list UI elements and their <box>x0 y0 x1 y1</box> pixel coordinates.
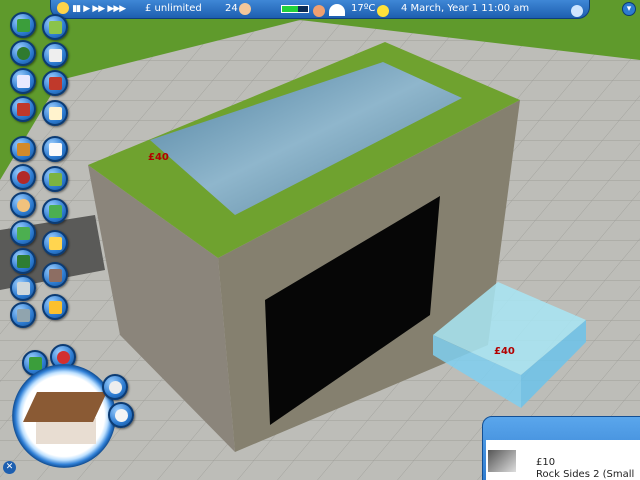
character-tool-2-icon[interactable] <box>108 402 134 428</box>
wall-icon[interactable] <box>42 70 68 96</box>
bushes-icon[interactable] <box>10 40 36 66</box>
camera-icon[interactable] <box>10 220 36 246</box>
sun-icon <box>377 3 389 21</box>
close-icon[interactable]: ✕ <box>3 461 16 474</box>
pause-icon[interactable]: ▮▮ <box>72 0 81 18</box>
dice-icon[interactable] <box>42 136 68 162</box>
guest-icon <box>239 3 251 15</box>
chest-icon[interactable] <box>42 262 68 288</box>
hand-icon <box>313 3 325 21</box>
money-display[interactable]: £ unlimited <box>145 0 202 18</box>
play-icon[interactable]: ▶ <box>83 0 90 18</box>
price-tag-block: £40 <box>148 152 169 163</box>
fast-icon[interactable]: ▶▶ <box>92 0 105 18</box>
park-rating-bar[interactable] <box>281 5 309 13</box>
rock-thumbnail-icon <box>488 450 516 472</box>
list-icon[interactable] <box>42 166 68 192</box>
block-preview[interactable] <box>12 364 116 468</box>
block-preview-top <box>23 392 107 422</box>
info-icon[interactable] <box>10 164 36 190</box>
clipboard-icon[interactable] <box>10 136 36 162</box>
notebook-icon[interactable] <box>42 100 68 126</box>
date-time-display: 4 March, Year 1 11:00 am <box>401 3 530 14</box>
scenery-icon[interactable] <box>42 14 68 40</box>
faster-icon[interactable]: ▶▶▶ <box>107 0 126 18</box>
weather-dial-icon[interactable] <box>329 4 345 16</box>
price-tag-ghost: £40 <box>494 346 515 357</box>
speed-controls[interactable]: ▮▮ ▶ ▶▶ ▶▶▶ <box>57 0 126 18</box>
options-icon[interactable] <box>571 3 583 21</box>
item-price: £10 <box>536 457 556 468</box>
terrain-icon[interactable] <box>42 198 68 224</box>
collapse-arrow-icon[interactable]: ▾ <box>622 2 636 16</box>
sign-icon[interactable] <box>42 230 68 256</box>
cards-icon[interactable] <box>10 68 36 94</box>
status-bar: ▮▮ ▶ ▶▶ ▶▶▶ £ unlimited 24 17ºC 4 March,… <box>50 0 590 19</box>
temperature-display: 17ºC <box>351 3 376 14</box>
item-name: Rock Sides 2 (Small <box>536 469 635 480</box>
guest-count[interactable]: 24 <box>225 0 238 18</box>
move-icon[interactable] <box>10 248 36 274</box>
character-tool-icon[interactable] <box>102 374 128 400</box>
camera-icon[interactable] <box>57 2 69 14</box>
scenery-list-item[interactable]: £10 Rock Sides 2 (Small <box>486 440 640 480</box>
park-icon[interactable] <box>10 12 36 38</box>
trash-icon[interactable] <box>10 302 36 328</box>
paint-icon[interactable] <box>10 96 36 122</box>
character-icon[interactable] <box>10 192 36 218</box>
tools-icon[interactable] <box>42 294 68 320</box>
spanner-icon[interactable] <box>10 275 36 301</box>
fence-icon[interactable] <box>42 42 68 68</box>
